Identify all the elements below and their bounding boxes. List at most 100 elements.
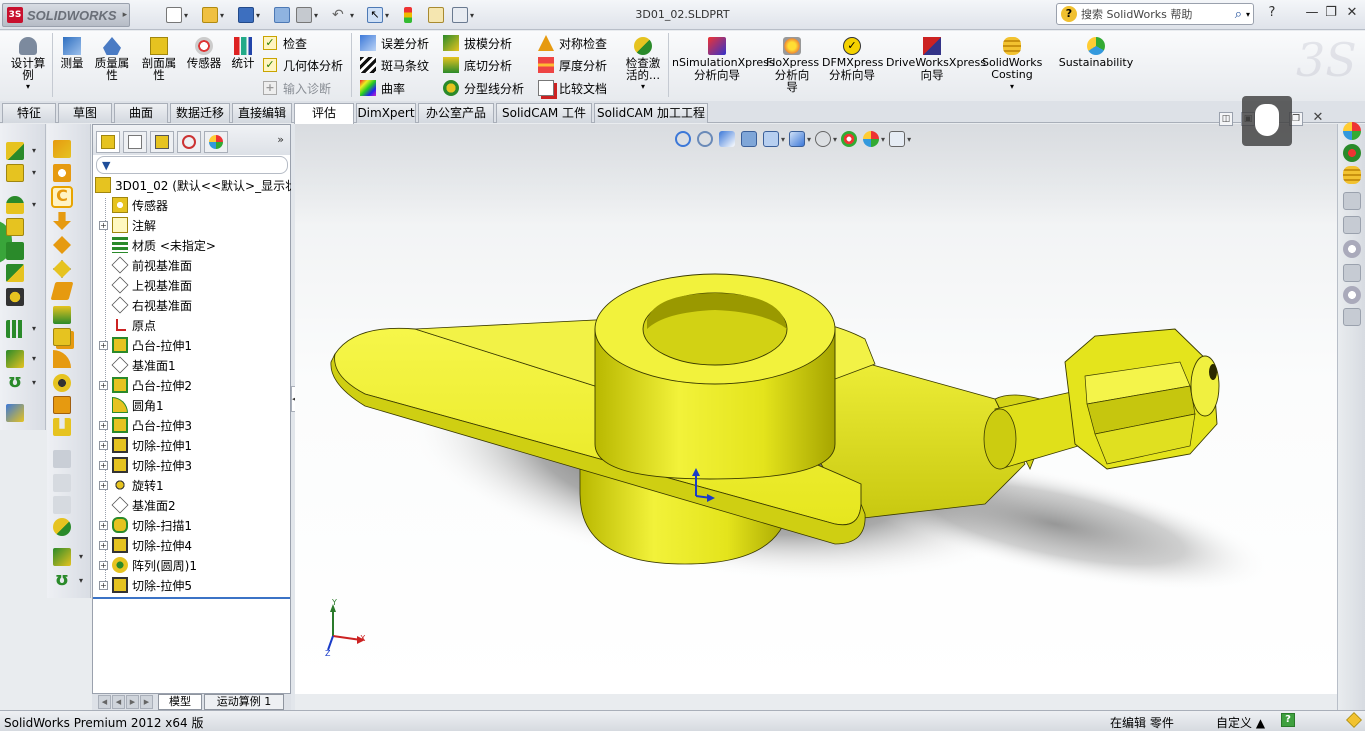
pattern-icon[interactable] xyxy=(6,320,24,338)
first-tab-arrow-icon[interactable]: ◀ xyxy=(98,695,111,709)
sensor-toolbar-icon[interactable] xyxy=(6,288,24,306)
revolved-boss-icon[interactable] xyxy=(53,164,71,182)
dimension-icon[interactable] xyxy=(6,196,24,214)
expand-plus-icon[interactable]: + xyxy=(99,580,108,590)
minimize-button[interactable]: — xyxy=(1303,5,1321,23)
feature-tree-filter[interactable]: ▼ xyxy=(96,156,288,174)
solidworks-search-icon[interactable] xyxy=(1343,308,1361,326)
tree-node[interactable]: + 切除-扫描1 xyxy=(99,515,192,535)
select-button[interactable]: ↖ ▾ xyxy=(367,5,389,25)
open-button[interactable]: ▾ xyxy=(202,5,224,25)
custom-properties-icon[interactable] xyxy=(1343,240,1361,258)
expand-plus-icon[interactable]: + xyxy=(99,220,108,230)
tree-node[interactable]: 传感器 xyxy=(99,195,168,215)
close-button[interactable]: ✕ xyxy=(1343,5,1361,23)
sketch-entity-icon[interactable] xyxy=(6,164,24,182)
next-tab-arrow-icon[interactable]: ▶ xyxy=(126,695,139,709)
help-menu-button[interactable]: ? xyxy=(1263,5,1281,23)
tab-configuration-manager[interactable] xyxy=(150,131,174,153)
simulationxpress-button[interactable]: nSimulationXpress 分析向导 xyxy=(672,37,775,81)
parting-line-analysis-button[interactable]: 分型线分析 xyxy=(443,79,524,97)
tab-features[interactable]: 特征 xyxy=(2,103,56,123)
tree-node[interactable]: + 阵列(圆周)1 xyxy=(99,555,197,575)
new-document-button[interactable]: ▾ xyxy=(166,5,188,25)
zebra-stripes-button[interactable]: 斑马条纹 xyxy=(360,56,429,74)
tab-sketch[interactable]: 草图 xyxy=(58,103,112,123)
measure-button[interactable]: 测量 xyxy=(56,37,88,69)
draft-analysis-button[interactable]: 拔模分析 xyxy=(443,34,512,52)
resize-grip-icon[interactable] xyxy=(1346,712,1362,728)
smart-dimension-icon[interactable] xyxy=(53,548,71,566)
file-properties-button[interactable] xyxy=(428,5,444,25)
view-palette-icon[interactable] xyxy=(1343,192,1361,210)
reference-geometry-icon[interactable] xyxy=(6,218,24,236)
tab-direct-editing[interactable]: 直接编辑 xyxy=(232,103,292,123)
save-button[interactable]: ▾ xyxy=(238,5,260,25)
view-toolbar-icon[interactable] xyxy=(6,142,24,160)
lofted-cut-icon[interactable] xyxy=(53,328,71,346)
undercut-analysis-button[interactable]: 底切分析 xyxy=(443,56,512,74)
toolbox-icon[interactable] xyxy=(1343,286,1361,304)
tree-node[interactable]: + 切除-拉伸5 xyxy=(99,575,192,595)
expand-plus-icon[interactable]: + xyxy=(99,420,108,430)
options-button[interactable]: ▾ xyxy=(452,5,474,25)
extruded-cut-icon[interactable] xyxy=(53,260,71,278)
tree-node[interactable]: 材质 <未指定> xyxy=(99,235,216,255)
revolved-cut-icon[interactable] xyxy=(50,282,74,300)
swept-cut-icon[interactable] xyxy=(53,306,71,324)
undo-button[interactable]: ↶ ▾ xyxy=(332,5,354,25)
section-properties-button[interactable]: 剖面属 性 xyxy=(137,37,181,81)
expand-plus-icon[interactable]: + xyxy=(99,520,108,530)
expand-plus-icon[interactable]: + xyxy=(99,440,108,450)
tree-node[interactable]: + 凸台-拉伸3 xyxy=(99,415,192,435)
expand-panel-icon[interactable]: » xyxy=(277,133,284,146)
deviation-analysis-button[interactable]: 误差分析 xyxy=(360,34,429,52)
dfmxpress-button[interactable]: ✓ DFMXpress 分析向导 xyxy=(822,37,883,81)
thickness-analysis-button[interactable]: 厚度分析 xyxy=(538,56,607,74)
prev-tab-arrow-icon[interactable]: ◀ xyxy=(112,695,125,709)
forum-icon[interactable] xyxy=(1343,264,1361,282)
tree-node[interactable]: 前视基准面 xyxy=(99,255,192,275)
tree-node[interactable]: + 凸台-拉伸1 xyxy=(99,335,192,355)
rib-icon[interactable] xyxy=(53,418,71,436)
tab-feature-tree[interactable] xyxy=(96,131,120,153)
graphics-area[interactable]: ▾ ▾ ▾ ▾ ▾ ◫ ▣ ❐ ✕ xyxy=(295,111,1337,694)
costing-button[interactable]: SolidWorks Costing ▾ xyxy=(982,37,1042,93)
shell-icon[interactable] xyxy=(53,396,71,414)
symmetry-check-button[interactable]: 对称检查 xyxy=(538,34,607,52)
tab-solidcam-operations[interactable]: SolidCAM 加工工程 xyxy=(594,103,708,123)
compare-documents-button[interactable]: 比较文档 xyxy=(538,79,607,97)
design-study-button[interactable]: 设计算 例 ▾ xyxy=(6,37,50,93)
spline-icon[interactable]: ʊ xyxy=(6,373,24,392)
import-diagnostics-button[interactable]: + 输入诊断 xyxy=(263,79,331,97)
expand-plus-icon[interactable]: + xyxy=(99,560,108,570)
measure-toolbar-icon[interactable] xyxy=(6,404,24,422)
tab-data-migration[interactable]: 数据迁移 xyxy=(170,103,230,123)
swept-boss-icon[interactable]: C xyxy=(51,186,73,208)
tree-node[interactable]: + 切除-拉伸1 xyxy=(99,435,192,455)
tree-node[interactable]: 圆角1 xyxy=(99,395,164,415)
tree-node[interactable]: 原点 xyxy=(99,315,156,335)
tree-node[interactable]: 上视基准面 xyxy=(99,275,192,295)
tree-root[interactable]: 3D01_02 (默认<<默认>_显示状 xyxy=(95,175,297,195)
rebuild-button[interactable] xyxy=(274,5,290,25)
expand-plus-icon[interactable]: + xyxy=(99,480,108,490)
fillet-icon[interactable] xyxy=(53,350,71,368)
floxpress-button[interactable]: FloXpress 分析向 导 xyxy=(766,37,819,93)
hole-wizard-icon[interactable] xyxy=(53,374,71,392)
file-explorer-icon[interactable] xyxy=(1343,166,1361,184)
tab-solidcam-stock[interactable]: SolidCAM 工件 xyxy=(496,103,592,123)
tab-evaluate[interactable]: 评估 xyxy=(294,103,354,124)
tab-property-manager[interactable] xyxy=(123,131,147,153)
traffic-light-button[interactable] xyxy=(404,5,412,25)
sustainability-button[interactable]: Sustainability xyxy=(1058,37,1134,69)
curvature-button[interactable]: 曲率 xyxy=(360,79,405,97)
tree-node[interactable]: + 凸台-拉伸2 xyxy=(99,375,192,395)
part-model-render[interactable] xyxy=(295,124,1337,694)
check-active-document-button[interactable]: 检查激 活的... ▾ xyxy=(620,37,666,93)
appearances-icon[interactable] xyxy=(1343,216,1361,234)
statistics-button[interactable]: 统计 xyxy=(228,37,258,69)
tree-node[interactable]: 基准面1 xyxy=(99,355,176,375)
sensor-button[interactable]: 传感器 xyxy=(184,37,224,69)
tree-node[interactable]: + 切除-拉伸4 xyxy=(99,535,192,555)
